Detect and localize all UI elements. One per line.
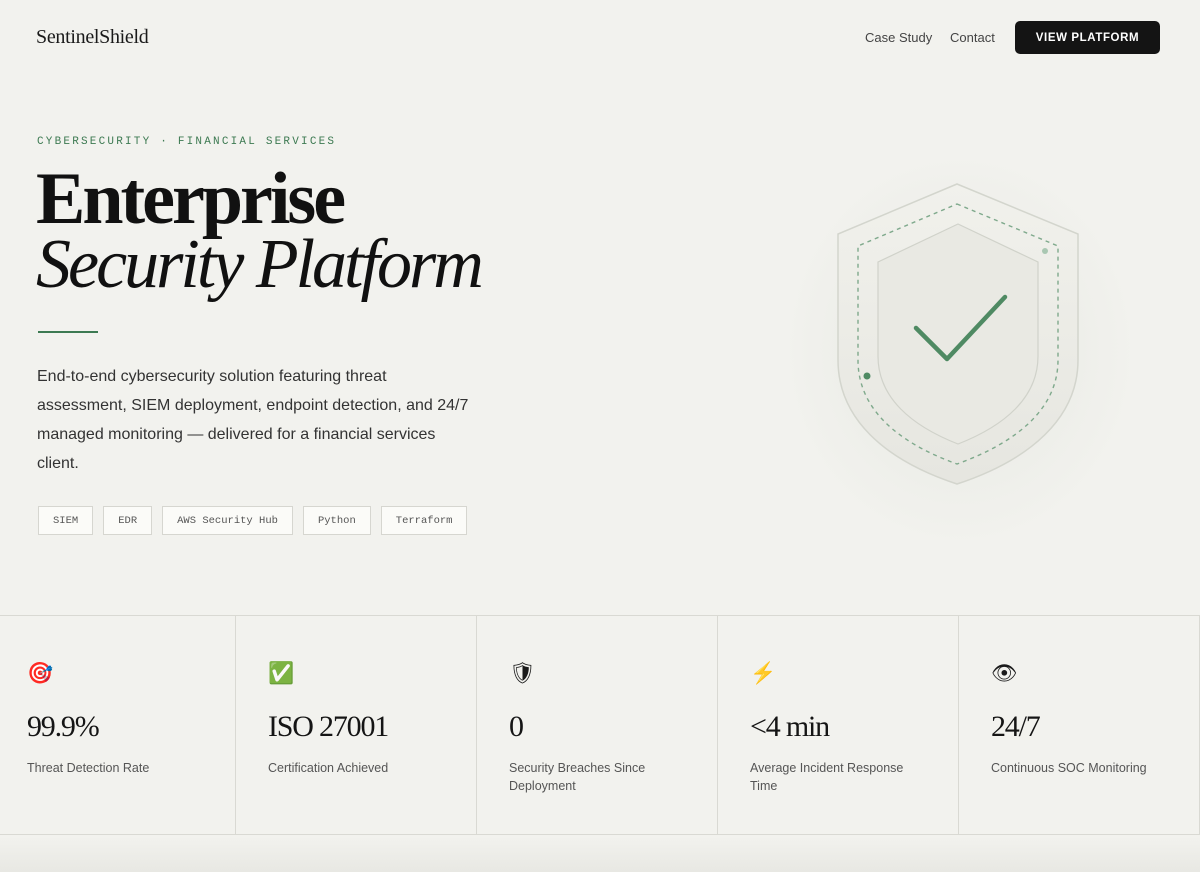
nav-link-case-study[interactable]: Case Study	[865, 30, 932, 45]
stat-label: Certification Achieved	[268, 761, 389, 775]
stat-card: 🎯 99.9% Threat Detection Rate	[0, 616, 236, 834]
view-platform-button[interactable]: VIEW PLATFORM	[1015, 21, 1160, 54]
stat-label: Average Incident Response Time	[750, 761, 904, 793]
nav-link-contact[interactable]: Contact	[950, 30, 995, 45]
stat-label: Threat Detection Rate	[27, 761, 150, 775]
next-section-edge	[0, 836, 1200, 872]
stat-card: ✅ ISO 27001 Certification Achieved	[236, 616, 477, 834]
stat-label: Security Breaches Since Deployment	[509, 761, 646, 793]
stat-card: 🛡 0 Security Breaches Since Deployment	[477, 616, 718, 834]
tech-tag-list: SIEM EDR AWS Security Hub Python Terrafo…	[38, 506, 468, 535]
accent-divider	[38, 331, 98, 333]
stat-value: 24/7	[991, 710, 1041, 743]
check-mark-icon: ✅	[268, 662, 295, 685]
tech-tag: Python	[302, 506, 371, 535]
lightning-icon: ⚡	[750, 662, 777, 685]
top-nav: SentinelShield Case Study Contact VIEW P…	[0, 0, 1200, 76]
hero-description: End-to-end cybersecurity solution featur…	[37, 368, 469, 472]
eye-icon: 👁	[991, 662, 1018, 685]
brand-logo[interactable]: SentinelShield	[36, 26, 149, 49]
tech-tag: AWS Security Hub	[162, 506, 293, 535]
tech-tag: EDR	[103, 506, 153, 535]
stat-value: 0	[509, 710, 524, 743]
shield-icon: 🛡	[509, 662, 536, 685]
tech-tag: Terraform	[380, 506, 468, 535]
tech-tag: SIEM	[38, 506, 94, 535]
stat-label: Continuous SOC Monitoring	[991, 761, 1147, 775]
hero-title-line-1: Enterprise	[36, 158, 346, 240]
hero-eyebrow: CYBERSECURITY · FINANCIAL SERVICES	[37, 136, 337, 148]
target-icon: 🎯	[27, 662, 54, 685]
stats-bar: 🎯 99.9% Threat Detection Rate ✅ ISO 2700…	[0, 615, 1200, 835]
shield-check-icon	[837, 183, 1079, 485]
shield-illustration	[780, 150, 1140, 550]
stat-value: ISO 27001	[268, 710, 389, 743]
stat-card: 👁 24/7 Continuous SOC Monitoring	[959, 616, 1200, 834]
stat-card: ⚡ <4 min Average Incident Response Time	[718, 616, 959, 834]
stat-value: <4 min	[750, 710, 830, 743]
stat-value: 99.9%	[27, 710, 100, 743]
hero-title-line-2: Security Platform	[36, 226, 484, 303]
